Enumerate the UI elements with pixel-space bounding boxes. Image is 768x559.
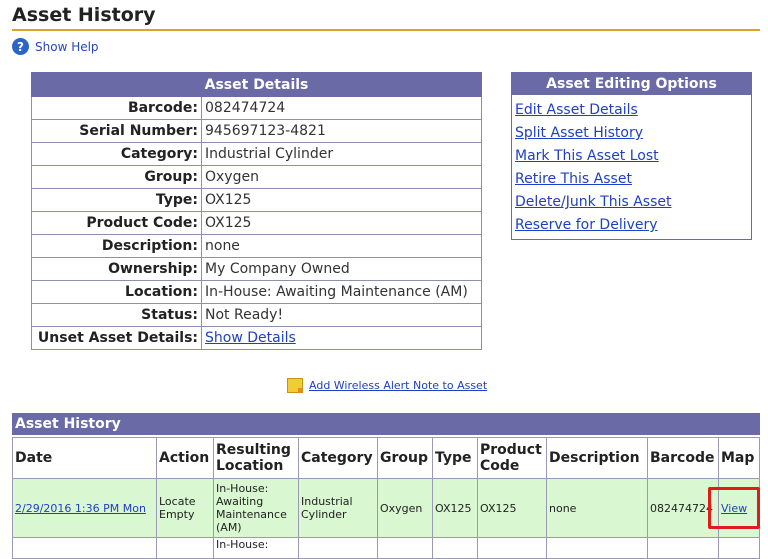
- add-wireless-alert-note-link[interactable]: Add Wireless Alert Note to Asset: [309, 379, 487, 392]
- show-help-link[interactable]: Show Help: [35, 40, 99, 54]
- asset-details-heading: Asset Details: [31, 72, 482, 97]
- details-row: Location: In-House: Awaiting Maintenance …: [31, 280, 482, 304]
- history-date-link[interactable]: 2/29/2016 1:36 PM Mon: [15, 502, 146, 515]
- help-icon[interactable]: ?: [12, 38, 29, 55]
- show-help[interactable]: ? Show Help: [12, 38, 99, 55]
- location-value: In-House: Awaiting Maintenance (AM): [201, 280, 482, 304]
- history-location: In-House: Awaiting Maintenance (AM): [213, 478, 299, 538]
- type-label: Type:: [31, 188, 202, 212]
- asset-history-table: Date Action Resulting Location Category …: [12, 437, 760, 559]
- col-product-code[interactable]: Product Code: [477, 437, 547, 479]
- details-row: Status: Not Ready!: [31, 303, 482, 327]
- details-row: Serial Number: 945697123-4821: [31, 119, 482, 143]
- description-label: Description:: [31, 234, 202, 258]
- details-row: Category: Industrial Cylinder: [31, 142, 482, 166]
- col-group[interactable]: Group: [377, 437, 433, 479]
- delete-junk-asset-link[interactable]: Delete/Junk This Asset: [515, 191, 748, 214]
- details-row: Barcode: 082474724: [31, 96, 482, 120]
- details-row: Product Code: OX125: [31, 211, 482, 235]
- history-action: [156, 537, 214, 559]
- asset-history-heading: Asset History: [12, 413, 760, 435]
- details-row: Ownership: My Company Owned: [31, 257, 482, 281]
- status-value: Not Ready!: [201, 303, 482, 327]
- details-row: Description: none: [31, 234, 482, 258]
- product-code-label: Product Code:: [31, 211, 202, 235]
- asset-details-table: Asset Details Barcode: 082474724 Serial N…: [31, 72, 482, 350]
- history-product-code: OX125: [477, 478, 547, 538]
- history-description: [546, 537, 648, 559]
- details-row: Group: Oxygen: [31, 165, 482, 189]
- col-map[interactable]: Map: [718, 437, 760, 479]
- history-location: In-House:: [213, 537, 299, 559]
- col-barcode[interactable]: Barcode: [647, 437, 719, 479]
- history-action: Locate Empty: [156, 478, 214, 538]
- history-category: [298, 537, 378, 559]
- status-label: Status:: [31, 303, 202, 327]
- col-resulting-location[interactable]: Resulting Location: [213, 437, 299, 479]
- history-group: [377, 537, 433, 559]
- table-row: 2/29/2016 1:36 PM Mon Locate Empty In-Ho…: [12, 478, 760, 538]
- barcode-label: Barcode:: [31, 96, 202, 120]
- ownership-value: My Company Owned: [201, 257, 482, 281]
- ownership-label: Ownership:: [31, 257, 202, 281]
- history-type: [432, 537, 478, 559]
- reserve-for-delivery-link[interactable]: Reserve for Delivery: [515, 214, 748, 237]
- history-category: Industrial Cylinder: [298, 478, 378, 538]
- col-type[interactable]: Type: [432, 437, 478, 479]
- history-description: none: [546, 478, 648, 538]
- wireless-alert-row[interactable]: Add Wireless Alert Note to Asset: [287, 378, 487, 393]
- group-value: Oxygen: [201, 165, 482, 189]
- col-action[interactable]: Action: [156, 437, 214, 479]
- asset-editing-options-heading: Asset Editing Options: [512, 73, 751, 95]
- map-view-callout: [708, 487, 760, 529]
- page-title: Asset History: [12, 4, 760, 31]
- description-value: none: [201, 234, 482, 258]
- split-asset-history-link[interactable]: Split Asset History: [515, 122, 748, 145]
- show-details-link[interactable]: Show Details: [205, 330, 296, 346]
- barcode-value: 082474724: [201, 96, 482, 120]
- table-row: In-House:: [12, 537, 760, 559]
- serial-number-label: Serial Number:: [31, 119, 202, 143]
- col-description[interactable]: Description: [546, 437, 648, 479]
- history-type: OX125: [432, 478, 478, 538]
- type-value: OX125: [201, 188, 482, 212]
- edit-asset-details-link[interactable]: Edit Asset Details: [515, 99, 748, 122]
- retire-asset-link[interactable]: Retire This Asset: [515, 168, 748, 191]
- details-row: Unset Asset Details: Show Details: [31, 326, 482, 350]
- location-label: Location:: [31, 280, 202, 304]
- category-value: Industrial Cylinder: [201, 142, 482, 166]
- col-date[interactable]: Date: [12, 437, 157, 479]
- history-map: [718, 537, 760, 559]
- history-barcode: [647, 537, 719, 559]
- history-group: Oxygen: [377, 478, 433, 538]
- history-product-code: [477, 537, 547, 559]
- mark-asset-lost-link[interactable]: Mark This Asset Lost: [515, 145, 748, 168]
- product-code-value: OX125: [201, 211, 482, 235]
- serial-number-value: 945697123-4821: [201, 119, 482, 143]
- unset-details-label: Unset Asset Details:: [31, 326, 202, 350]
- col-category[interactable]: Category: [298, 437, 378, 479]
- asset-editing-options: Asset Editing Options Edit Asset Details…: [511, 72, 752, 240]
- history-date: [12, 537, 157, 559]
- group-label: Group:: [31, 165, 202, 189]
- details-row: Type: OX125: [31, 188, 482, 212]
- category-label: Category:: [31, 142, 202, 166]
- note-icon: [287, 378, 303, 393]
